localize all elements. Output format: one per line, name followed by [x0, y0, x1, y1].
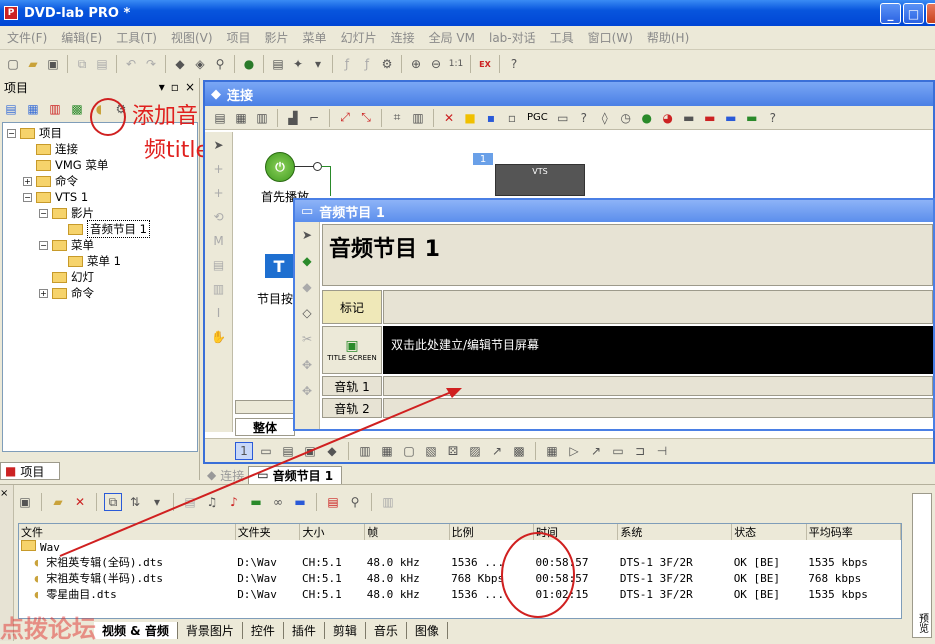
annotation-arrow: [59, 389, 457, 557]
time-annotation-circle: [501, 532, 575, 618]
annotation-overlay: [59, 388, 575, 618]
